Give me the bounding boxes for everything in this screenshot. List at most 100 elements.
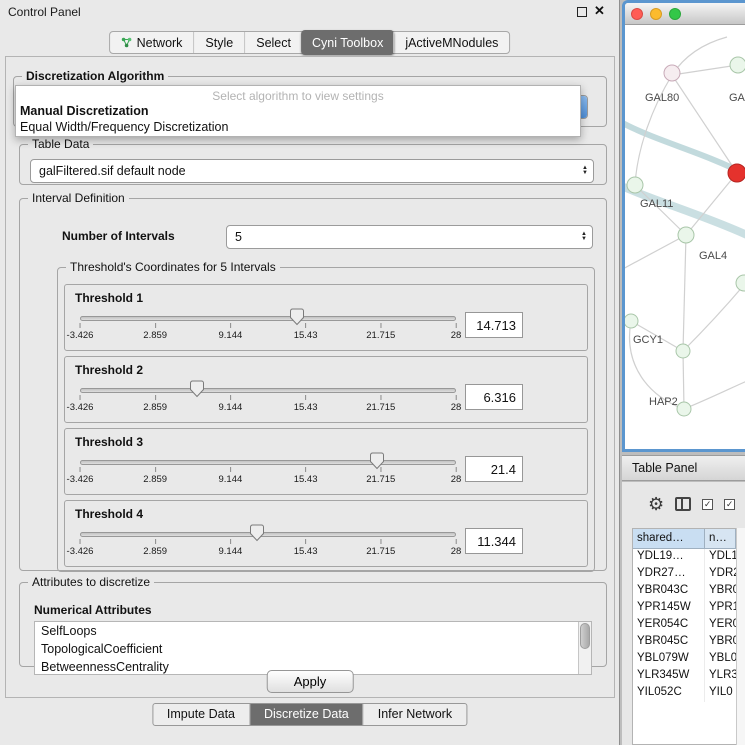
tick-label: 9.144 — [219, 546, 243, 557]
tab-jactivemnodules[interactable]: jActiveMNodules — [393, 32, 509, 53]
column-header-shared-name[interactable]: shared… — [633, 529, 705, 549]
tab-style[interactable]: Style — [193, 32, 244, 53]
threshold-1-value-field[interactable]: 14.713 — [465, 312, 523, 338]
tick-label: 2.859 — [143, 474, 167, 485]
node-label-hap2: HAP2 — [649, 396, 678, 408]
table-row[interactable]: YLR345WYLR3 — [633, 668, 736, 685]
apply-button[interactable]: Apply — [267, 670, 354, 693]
group-title: Table Data — [28, 137, 93, 151]
tab-select[interactable]: Select — [244, 32, 302, 53]
network-canvas[interactable]: GAL80 GA GAL11 GAL4 GCY1 HAP2 — [625, 25, 745, 449]
group-title: Attributes to discretize — [28, 575, 154, 589]
spinner-arrows-icon: ▲ ▼ — [576, 232, 592, 242]
close-icon[interactable]: ✕ — [594, 3, 605, 19]
cell: YBR0 — [705, 583, 736, 600]
slider-thumb[interactable] — [370, 452, 384, 470]
table-row[interactable]: YBR043CYBR0 — [633, 583, 736, 600]
node-label-gcy1: GCY1 — [633, 334, 663, 346]
table-vertical-scrollbar[interactable] — [736, 528, 745, 745]
table-row[interactable]: YDL19…YDL1 — [633, 549, 736, 566]
tab-discretize-data[interactable]: Discretize Data — [249, 704, 363, 725]
table-panel-window: ⚙ ✓ ✓ shared… n… YDL19…YDL1 YDR27…YDR2 Y… — [622, 482, 745, 745]
threshold-3-box: Threshold 3 -3.426 2.859 — [64, 428, 588, 495]
slider-ticks: -3.426 2.859 9.144 15.43 21.715 28 — [80, 546, 456, 559]
node-gal4[interactable] — [678, 227, 694, 243]
tick-label: 9.144 — [219, 474, 243, 485]
network-icon — [121, 37, 132, 48]
tick-label: 21.715 — [366, 402, 395, 413]
slider-thumb[interactable] — [190, 380, 204, 398]
node-hap2[interactable] — [677, 402, 691, 416]
node-gal11[interactable] — [627, 177, 643, 193]
node[interactable] — [730, 57, 745, 73]
list-vertical-scrollbar[interactable] — [578, 622, 591, 674]
table-row[interactable]: YBR045CYBR0 — [633, 634, 736, 651]
threshold-2-slider[interactable]: -3.426 2.859 9.144 15.43 21.715 28 — [80, 378, 456, 416]
tab-impute-data[interactable]: Impute Data — [153, 704, 249, 725]
network-graph: GAL80 GA GAL11 GAL4 GCY1 HAP2 — [625, 25, 745, 449]
table-row[interactable]: YDR27…YDR2 — [633, 566, 736, 583]
cell: YIL0 — [705, 685, 736, 702]
threshold-4-value-field[interactable]: 11.344 — [465, 528, 523, 554]
slider-track[interactable] — [80, 460, 456, 465]
table-row[interactable]: YIL052CYIL0 — [633, 685, 736, 702]
node[interactable] — [736, 275, 745, 291]
threshold-1-slider[interactable]: -3.426 2.859 9.144 15.43 21.715 28 — [80, 306, 456, 344]
tab-infer-network[interactable]: Infer Network — [363, 704, 466, 725]
list-item[interactable]: SelfLoops — [35, 622, 591, 640]
dropdown-option-equal-width[interactable]: Equal Width/Frequency Discretization — [16, 119, 580, 135]
tick-label: 9.144 — [219, 402, 243, 413]
thresholds-list: Threshold 1 -3.426 2.859 — [58, 274, 594, 573]
column-header-name[interactable]: n… — [705, 529, 736, 549]
table-data-combobox[interactable]: galFiltered.sif default node ▲ ▼ — [30, 159, 594, 183]
slider-track[interactable] — [80, 532, 456, 537]
algorithm-dropdown-popup: Select algorithm to view settings Manual… — [15, 85, 581, 137]
numerical-attributes-label: Numerical Attributes — [34, 603, 152, 617]
cell: YBR043C — [633, 583, 705, 600]
threshold-2-value-field[interactable]: 6.316 — [465, 384, 523, 410]
cyni-toolbox-panel: Discretization Algorithm ▲ ▼ Select algo… — [5, 56, 615, 698]
threshold-4-slider[interactable]: -3.426 2.859 9.144 15.43 21.715 28 — [80, 522, 456, 560]
tick-label: 21.715 — [366, 546, 395, 557]
minimize-traffic-light-icon[interactable] — [650, 8, 662, 20]
gear-icon[interactable]: ⚙ — [648, 495, 664, 513]
tick-label: 15.43 — [294, 330, 318, 341]
slider-thumb[interactable] — [290, 308, 304, 326]
float-window-icon[interactable] — [577, 7, 587, 17]
zoom-traffic-light-icon[interactable] — [669, 8, 681, 20]
list-item[interactable]: TopologicalCoefficient — [35, 640, 591, 658]
tick-label: 28 — [451, 546, 462, 557]
threshold-3-value-field[interactable]: 21.4 — [465, 456, 523, 482]
table-row[interactable]: YPR145WYPR1 — [633, 600, 736, 617]
right-pane: GAL80 GA GAL11 GAL4 GCY1 HAP2 Table Pane… — [620, 0, 745, 745]
checkbox-icon[interactable]: ✓ — [702, 499, 713, 510]
table-row[interactable]: YBL079WYBL0 — [633, 651, 736, 668]
table-panel-header: Table Panel — [622, 455, 745, 481]
tab-network[interactable]: Network — [110, 32, 194, 53]
checkbox-icon[interactable]: ✓ — [724, 499, 735, 510]
dropdown-option-manual[interactable]: Manual Discretization — [16, 103, 580, 119]
slider-track[interactable] — [80, 316, 456, 321]
group-title: Threshold's Coordinates for 5 Intervals — [66, 260, 280, 274]
scrollbar-thumb[interactable] — [580, 623, 590, 649]
close-traffic-light-icon[interactable] — [631, 8, 643, 20]
table-row[interactable]: YER054CYER0 — [633, 617, 736, 634]
slider-ticks: -3.426 2.859 9.144 15.43 21.715 28 — [80, 402, 456, 415]
numerical-attributes-list[interactable]: SelfLoops TopologicalCoefficient Between… — [34, 621, 592, 675]
number-of-intervals-spinner[interactable]: 5 ▲ ▼ — [226, 225, 593, 249]
threshold-3-slider[interactable]: -3.426 2.859 9.144 15.43 21.715 28 — [80, 450, 456, 488]
network-window-titlebar[interactable] — [625, 3, 745, 25]
cell: YDL19… — [633, 549, 705, 566]
slider-thumb[interactable] — [250, 524, 264, 542]
node-selected-red[interactable] — [728, 164, 745, 182]
cell: YDL1 — [705, 549, 736, 566]
node-gal80[interactable] — [664, 65, 680, 81]
columns-icon[interactable] — [675, 497, 691, 511]
threshold-4-box: Threshold 4 -3.426 2.859 — [64, 500, 588, 567]
tab-cyni-toolbox[interactable]: Cyni Toolbox — [301, 30, 394, 55]
node-gcy1[interactable] — [625, 314, 638, 328]
node[interactable] — [676, 344, 690, 358]
tab-label: Style — [205, 36, 233, 50]
slider-track[interactable] — [80, 388, 456, 393]
number-of-intervals-label: Number of Intervals — [62, 229, 175, 243]
